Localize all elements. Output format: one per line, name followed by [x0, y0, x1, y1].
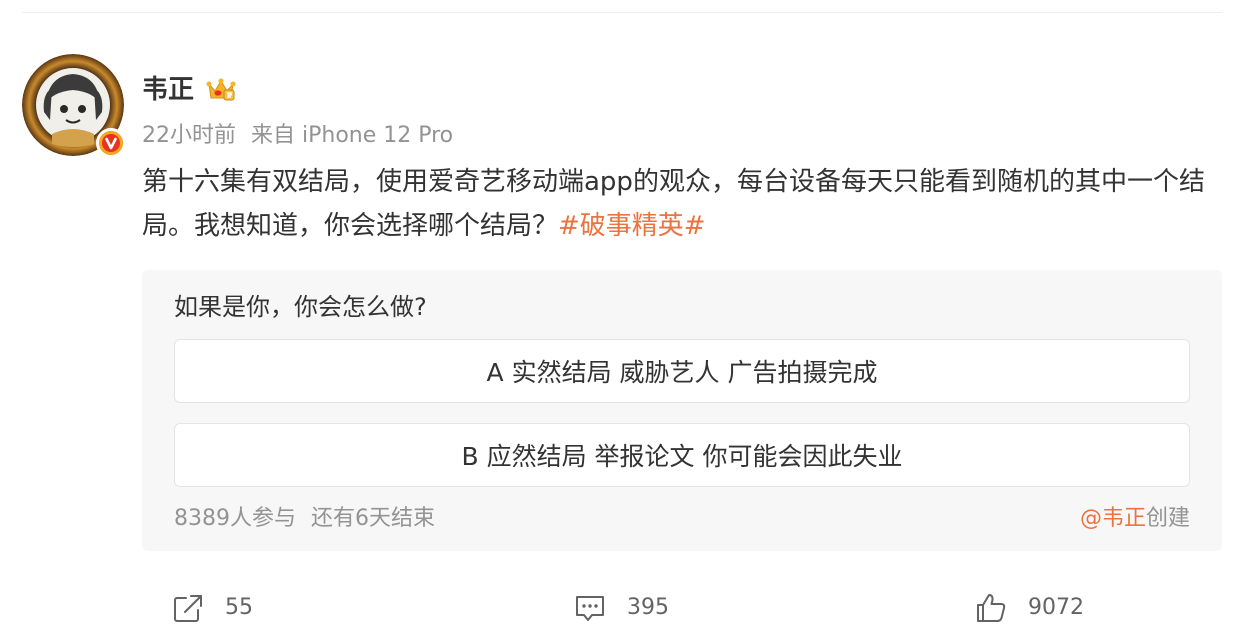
poll-creator-link[interactable]: @韦正: [1080, 506, 1146, 531]
poll-option-b[interactable]: B 应然结局 举报论文 你可能会因此失业: [174, 423, 1190, 487]
poll-option-a[interactable]: A 实然结局 威胁艺人 广告拍摄完成: [174, 339, 1190, 403]
post-source: 来自 iPhone 12 Pro: [251, 123, 454, 148]
avatar-container[interactable]: [22, 54, 126, 158]
divider: [22, 12, 1222, 13]
repost-icon: [174, 595, 202, 622]
post-time[interactable]: 22小时前: [142, 123, 236, 148]
repost-button[interactable]: 55: [171, 590, 253, 626]
poll-stats: 8389人参与 还有6天结束: [174, 504, 435, 534]
topic-link[interactable]: #破事精英#: [558, 211, 706, 241]
poll-remaining: 还有6天结束: [311, 506, 435, 531]
comment-count: 395: [627, 595, 669, 620]
like-icon: [977, 594, 1006, 622]
author-name[interactable]: 韦正: [142, 72, 194, 108]
poll-participants: 8389人参与: [174, 506, 296, 531]
poll-creator-suffix: 创建: [1145, 506, 1190, 531]
post-body: 第十六集有双结局，使用爱奇艺移动端app的观众，每台设备每天只能看到随机的其中一…: [142, 160, 1217, 248]
comment-icon: [576, 596, 604, 621]
comment-button[interactable]: 395: [573, 590, 669, 626]
crown-badge-icon[interactable]: [205, 74, 237, 106]
like-button[interactable]: 9072: [974, 590, 1084, 626]
verified-v-icon: [96, 128, 126, 158]
poll-card: 如果是你，你会怎么做? A 实然结局 威胁艺人 广告拍摄完成 B 应然结局 举报…: [142, 270, 1222, 551]
post-meta: 22小时前 来自 iPhone 12 Pro: [142, 121, 453, 151]
repost-count: 55: [225, 595, 253, 620]
poll-question: 如果是你，你会怎么做?: [174, 293, 427, 321]
like-count: 9072: [1028, 595, 1084, 620]
poll-creator: @韦正创建: [1080, 504, 1190, 534]
